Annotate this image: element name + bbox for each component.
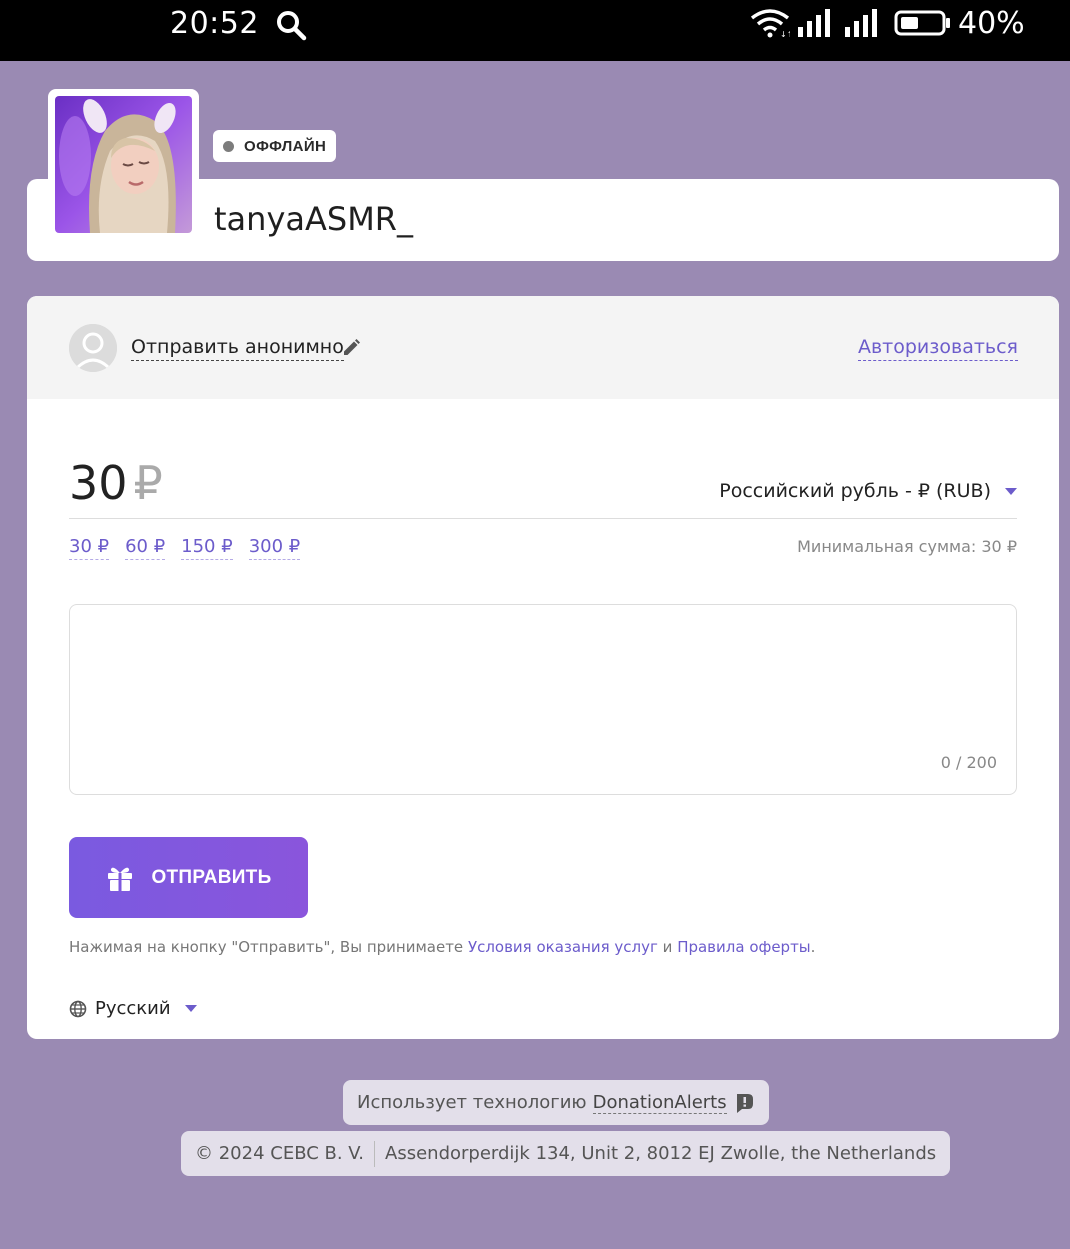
donation-card: Отправить анонимно Авторизоваться 30 ₽ Ро… [27, 296, 1059, 1039]
amount-divider [69, 518, 1017, 519]
message-textarea[interactable]: 0 / 200 [69, 604, 1017, 795]
status-badge: ОФФЛАЙН [213, 130, 337, 162]
gift-icon [108, 867, 133, 891]
powered-by-badge: Использует технологию DonationAlerts [343, 1080, 769, 1125]
avatar-image [55, 96, 192, 233]
streamer-username: tanyaASMR_ [214, 200, 414, 238]
status-bar: 20:52 ↓↑ 40% [0, 0, 1070, 61]
donor-header: Отправить анонимно Авторизоваться [27, 296, 1059, 399]
offer-rules-link[interactable]: Правила оферты [677, 938, 810, 956]
char-counter: 0 / 200 [940, 753, 997, 772]
copyright-badge: © 2024 CEBC B. V. Assendorperdijk 134, U… [181, 1131, 951, 1176]
pencil-icon[interactable] [341, 338, 361, 358]
preset-amount-button[interactable]: 60 ₽ [125, 536, 166, 560]
user-icon [69, 324, 117, 372]
language-label: Русский [95, 998, 171, 1019]
wifi-icon: ↓↑ [750, 9, 790, 38]
search-icon[interactable] [274, 8, 308, 42]
terms-suffix: . [810, 938, 816, 956]
send-anonymously-link[interactable]: Отправить анонимно [131, 336, 344, 361]
language-select[interactable]: Русский [69, 998, 197, 1019]
terms-and: и [657, 938, 678, 956]
svg-text:↓↑: ↓↑ [780, 30, 790, 38]
currency-select[interactable]: Российский рубль - ₽ (RUB) [719, 480, 1017, 502]
chevron-down-icon [184, 1005, 197, 1012]
anonymous-avatar [69, 324, 117, 372]
company-address: Assendorperdijk 134, Unit 2, 8012 EJ Zwo… [385, 1143, 937, 1164]
preset-amounts: 30 ₽ 60 ₽ 150 ₽ 300 ₽ [69, 536, 301, 560]
amount-input[interactable]: 30 ₽ [69, 456, 163, 510]
amount-value: 30 [69, 456, 128, 510]
preset-amount-button[interactable]: 150 ₽ [181, 536, 233, 560]
chevron-down-icon [1005, 487, 1017, 495]
copyright-text: © 2024 CEBC B. V. [195, 1143, 365, 1164]
terms-note: Нажимая на кнопку "Отправить", Вы приним… [69, 938, 815, 956]
battery-icon [894, 10, 950, 36]
streamer-avatar [48, 89, 199, 240]
battery-percent: 40% [958, 6, 1025, 41]
minimum-sum-note: Минимальная сумма: 30 ₽ [797, 537, 1017, 556]
terms-of-service-link[interactable]: Условия оказания услуг [468, 938, 658, 956]
donationalerts-link[interactable]: DonationAlerts [592, 1092, 727, 1114]
login-link[interactable]: Авторизоваться [857, 336, 1018, 361]
copyright-divider [374, 1140, 376, 1167]
preset-amount-button[interactable]: 30 ₽ [69, 536, 110, 560]
donationalerts-logo-icon [736, 1093, 753, 1113]
currency-select-value: Российский рубль - ₽ (RUB) [719, 480, 991, 502]
status-time: 20:52 [170, 6, 259, 41]
send-button[interactable]: ОТПРАВИТЬ [69, 837, 308, 918]
send-button-label: ОТПРАВИТЬ [151, 866, 272, 888]
offline-dot-icon [223, 140, 234, 152]
terms-prefix: Нажимая на кнопку "Отправить", Вы приним… [69, 938, 468, 956]
globe-icon [69, 1000, 87, 1017]
powered-prefix: Использует технологию [357, 1092, 587, 1113]
status-label: ОФФЛАЙН [244, 137, 327, 155]
preset-amount-button[interactable]: 300 ₽ [248, 536, 301, 560]
signal-icon [845, 9, 877, 37]
amount-currency-symbol: ₽ [133, 456, 163, 510]
signal-icon [798, 9, 830, 37]
